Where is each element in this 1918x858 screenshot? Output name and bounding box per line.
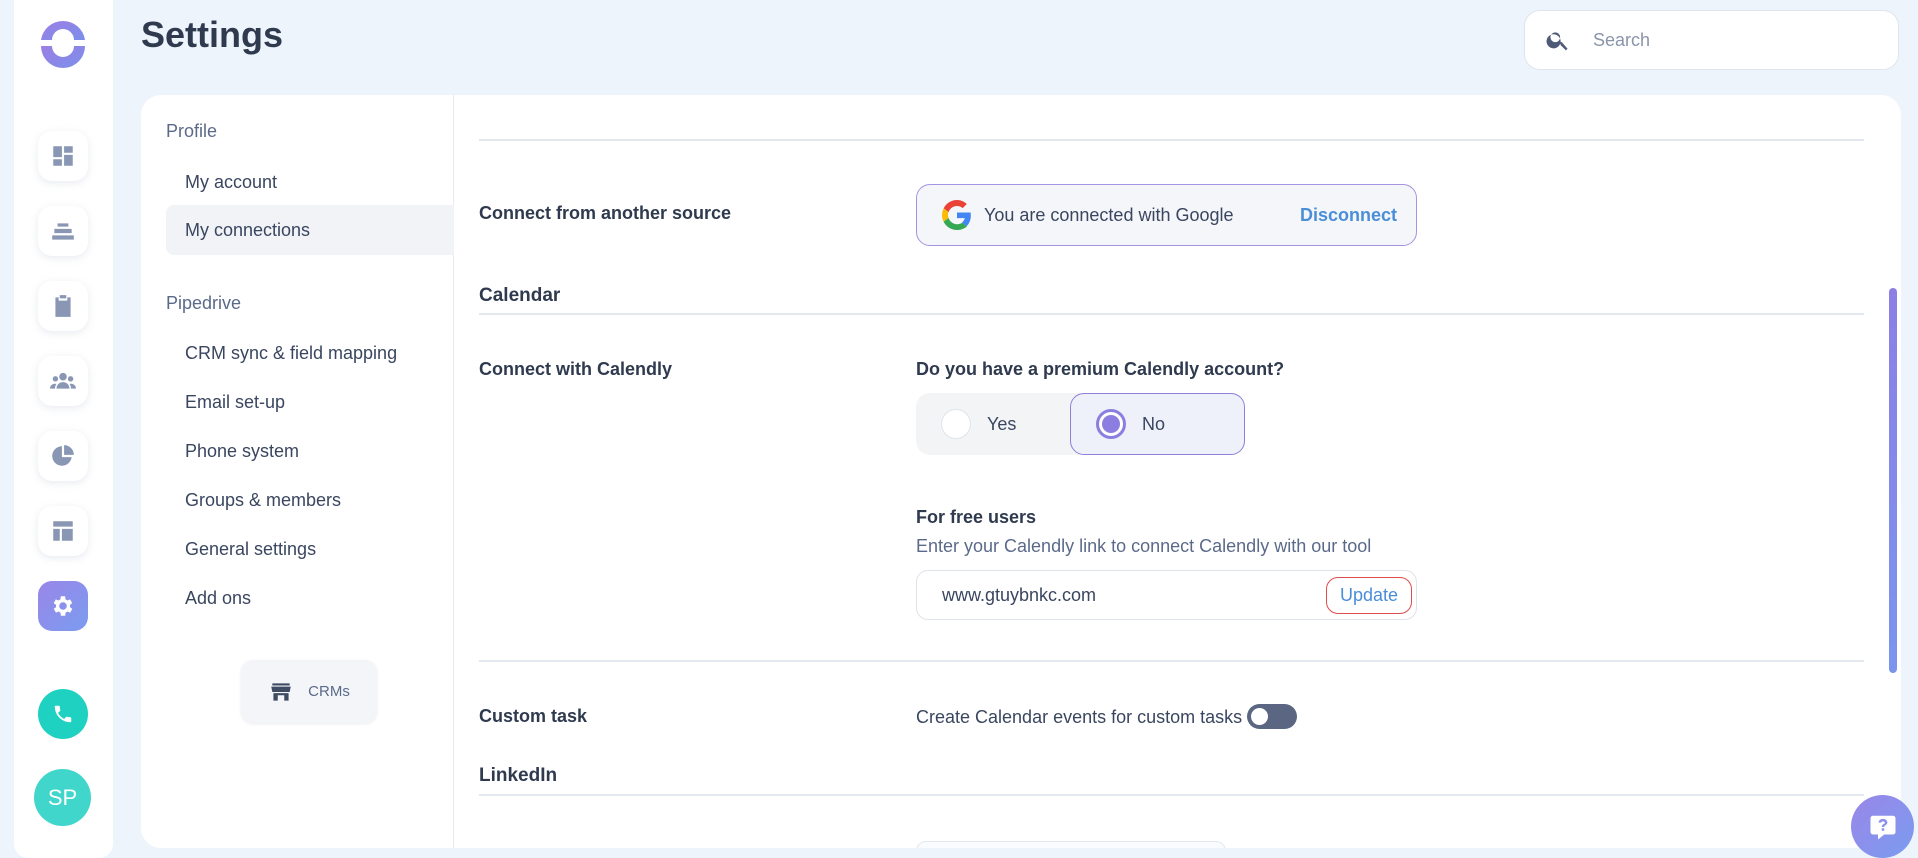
free-users-title: For free users	[916, 507, 1037, 527]
linkedin-section-title: LinkedIn	[479, 765, 558, 786]
help-chat-button[interactable]	[1851, 795, 1914, 858]
subnav-group-profile: Profile	[166, 121, 218, 141]
connect-calendly-label: Connect with Calendly	[479, 359, 673, 379]
search-bar[interactable]	[1524, 10, 1899, 70]
dashboard-nav-button[interactable]	[38, 131, 88, 181]
inbox-icon	[52, 223, 74, 240]
clipboard-icon	[55, 295, 71, 317]
subnav-item-general-settings[interactable]: General settings	[166, 524, 454, 574]
crms-button[interactable]: CRMs	[241, 660, 377, 723]
inbox-nav-button[interactable]	[38, 206, 88, 256]
store-icon	[271, 682, 291, 701]
divider	[479, 139, 1864, 141]
scrollbar[interactable]	[1889, 288, 1897, 673]
phone-icon	[54, 705, 72, 723]
custom-task-label: Custom task	[479, 706, 588, 726]
team-icon	[50, 372, 76, 389]
radio-label-yes: Yes	[987, 413, 1017, 434]
connections-content: Connect from another source You are conn…	[479, 95, 1874, 848]
calendly-link-field[interactable]: Update	[916, 570, 1417, 620]
subnav-group-pipedrive: Pipedrive	[166, 293, 242, 313]
layout-icon	[53, 521, 73, 541]
app-rail: SP	[14, 0, 113, 858]
search-icon	[1546, 32, 1568, 51]
reports-nav-button[interactable]	[38, 431, 88, 481]
tasks-nav-button[interactable]	[38, 281, 88, 331]
premium-question: Do you have a premium Calendly account?	[916, 359, 1285, 379]
radio-button-selected[interactable]	[1096, 409, 1126, 439]
google-connected-text: You are connected with Google	[984, 204, 1234, 225]
subnav-item-my-account[interactable]: My account	[166, 157, 454, 207]
page-title: Settings	[141, 14, 284, 55]
radio-option-no[interactable]: No	[1070, 393, 1245, 455]
gear-icon	[53, 596, 73, 616]
settings-subnav: Profile My account My connections Pipedr…	[141, 95, 454, 848]
dashboard-icon	[53, 146, 73, 166]
custom-task-toggle-text: Create Calendar events for custom tasks	[916, 707, 1243, 727]
update-button[interactable]: Update	[1325, 576, 1412, 614]
subnav-item-email-setup[interactable]: Email set-up	[166, 377, 454, 427]
pie-chart-icon	[52, 445, 74, 466]
google-icon	[942, 200, 971, 230]
disconnect-link[interactable]: Disconnect	[1300, 205, 1397, 226]
search-input[interactable]	[1593, 29, 1873, 51]
settings-nav-button[interactable]	[38, 581, 88, 631]
radio-button[interactable]	[941, 409, 971, 439]
team-nav-button[interactable]	[38, 356, 88, 406]
crms-button-label: CRMs	[308, 683, 350, 700]
radio-label-no: No	[1142, 413, 1166, 434]
calendar-section-title: Calendar	[479, 285, 561, 306]
radio-option-yes[interactable]: Yes	[916, 393, 1091, 455]
avatar[interactable]: SP	[34, 769, 91, 826]
subnav-item-groups-members[interactable]: Groups & members	[166, 475, 454, 525]
subnav-item-crm-sync[interactable]: CRM sync & field mapping	[166, 328, 454, 378]
subnav-item-my-connections[interactable]: My connections	[166, 205, 454, 255]
layout-nav-button[interactable]	[38, 506, 88, 556]
subnav-item-add-ons[interactable]: Add ons	[166, 573, 454, 623]
calendly-link-input[interactable]	[942, 584, 1302, 606]
linkedin-field-partial	[916, 841, 1226, 848]
subnav-item-phone-system[interactable]: Phone system	[166, 426, 454, 476]
custom-task-toggle[interactable]	[1247, 704, 1297, 729]
settings-panel: Profile My account My connections Pipedr…	[141, 95, 1901, 848]
divider	[479, 794, 1864, 796]
divider	[479, 660, 1864, 662]
google-connection-box: You are connected with Google Disconnect	[916, 184, 1417, 246]
free-users-description: Enter your Calendly link to connect Cale…	[916, 536, 1372, 556]
connect-source-label: Connect from another source	[479, 203, 732, 223]
dialer-button[interactable]	[38, 689, 88, 739]
help-chat-icon	[1870, 815, 1895, 839]
app-logo[interactable]	[38, 18, 88, 68]
divider	[479, 313, 1864, 315]
